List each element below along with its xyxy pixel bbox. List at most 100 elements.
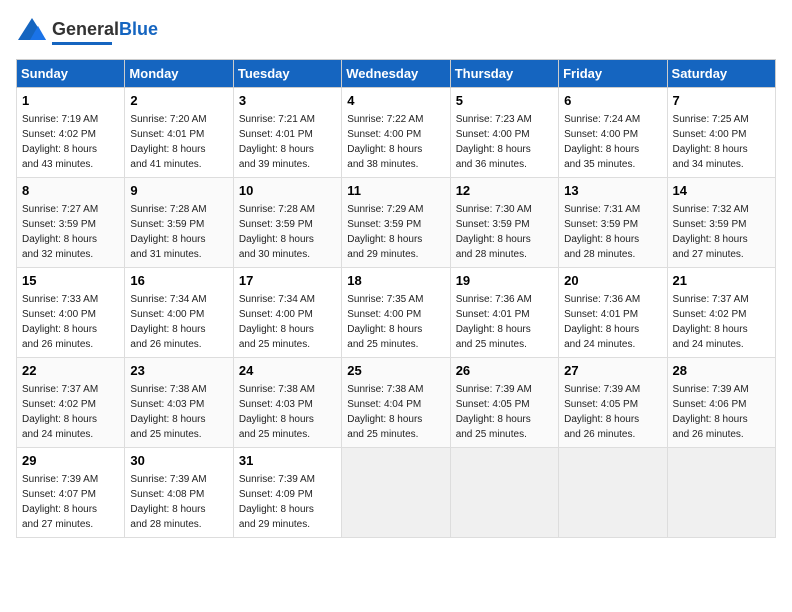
calendar-week-3: 15Sunrise: 7:33 AM Sunset: 4:00 PM Dayli…: [17, 268, 776, 358]
calendar-day-15: 15Sunrise: 7:33 AM Sunset: 4:00 PM Dayli…: [17, 268, 125, 358]
day-number: 17: [239, 272, 336, 290]
day-info: Sunrise: 7:37 AM Sunset: 4:02 PM Dayligh…: [673, 294, 749, 350]
day-number: 11: [347, 182, 444, 200]
calendar-day-17: 17 Sunrise: 7:34 AM Sunset: 4:00 PM Dayli…: [233, 268, 341, 358]
day-number: 9: [130, 182, 227, 200]
calendar-week-4: 22Sunrise: 7:37 AM Sunset: 4:02 PM Dayli…: [17, 358, 776, 448]
calendar-day-3: 3 Sunrise: 7:21 AM Sunset: 4:01 PM Daylig…: [233, 88, 341, 178]
day-info: Sunrise: 7:24 AM Sunset: 4:00 PM Dayligh…: [564, 114, 640, 170]
day-number: 21: [673, 272, 770, 290]
calendar-day-2: 2Sunrise: 7:20 AM Sunset: 4:01 PM Daylig…: [125, 88, 233, 178]
day-info: Sunrise: 7:39 AM Sunset: 4:07 PM Dayligh…: [22, 474, 98, 530]
day-info: Sunrise: 7:34 AM Sunset: 4:00 PM Dayligh…: [130, 294, 206, 350]
calendar-day-1: 1 Sunrise: 7:19 AM Sunset: 4:02 PM Daylig…: [17, 88, 125, 178]
day-number: 3: [239, 92, 336, 110]
day-info: Sunrise: 7:29 AM Sunset: 3:59 PM Dayligh…: [347, 204, 423, 260]
calendar-day-12: 12 Sunrise: 7:30 AM Sunset: 3:59 PM Dayli…: [450, 178, 558, 268]
day-number: 16: [130, 272, 227, 290]
day-info: Sunrise: 7:37 AM Sunset: 4:02 PM Dayligh…: [22, 384, 98, 440]
calendar-day-26: 26 Sunrise: 7:39 AM Sunset: 4:05 PM Dayli…: [450, 358, 558, 448]
calendar-day-23: 23 Sunrise: 7:38 AM Sunset: 4:03 PM Dayli…: [125, 358, 233, 448]
calendar-day-5: 5Sunrise: 7:23 AM Sunset: 4:00 PM Daylig…: [450, 88, 558, 178]
calendar-week-5: 29 Sunrise: 7:39 AM Sunset: 4:07 PM Dayli…: [17, 448, 776, 538]
day-number: 15: [22, 272, 119, 290]
column-header-monday: Monday: [125, 60, 233, 88]
logo-general: General: [52, 19, 119, 39]
column-header-saturday: Saturday: [667, 60, 775, 88]
day-number: 2: [130, 92, 227, 110]
empty-cell: [667, 448, 775, 538]
calendar-day-18: 18 Sunrise: 7:35 AM Sunset: 4:00 PM Dayli…: [342, 268, 450, 358]
day-number: 1: [22, 92, 119, 110]
calendar-day-19: 19 Sunrise: 7:36 AM Sunset: 4:01 PM Dayli…: [450, 268, 558, 358]
calendar-day-4: 4 Sunrise: 7:22 AM Sunset: 4:00 PM Daylig…: [342, 88, 450, 178]
day-info: Sunrise: 7:39 AM Sunset: 4:08 PM Dayligh…: [130, 474, 206, 530]
empty-cell: [342, 448, 450, 538]
day-info: Sunrise: 7:28 AM Sunset: 3:59 PM Dayligh…: [130, 204, 206, 260]
column-header-wednesday: Wednesday: [342, 60, 450, 88]
day-info: Sunrise: 7:39 AM Sunset: 4:06 PM Dayligh…: [673, 384, 749, 440]
day-number: 28: [673, 362, 770, 380]
day-info: Sunrise: 7:38 AM Sunset: 4:03 PM Dayligh…: [239, 384, 315, 440]
day-number: 8: [22, 182, 119, 200]
calendar-day-8: 8 Sunrise: 7:27 AM Sunset: 3:59 PM Daylig…: [17, 178, 125, 268]
day-number: 26: [456, 362, 553, 380]
day-info: Sunrise: 7:39 AM Sunset: 4:05 PM Dayligh…: [564, 384, 640, 440]
calendar-day-27: 27Sunrise: 7:39 AM Sunset: 4:05 PM Dayli…: [559, 358, 667, 448]
empty-cell: [450, 448, 558, 538]
day-info: Sunrise: 7:38 AM Sunset: 4:03 PM Dayligh…: [130, 384, 206, 440]
calendar-week-2: 8 Sunrise: 7:27 AM Sunset: 3:59 PM Daylig…: [17, 178, 776, 268]
logo-icon: [16, 16, 48, 49]
day-info: Sunrise: 7:25 AM Sunset: 4:00 PM Dayligh…: [673, 114, 749, 170]
calendar-day-11: 11 Sunrise: 7:29 AM Sunset: 3:59 PM Dayli…: [342, 178, 450, 268]
calendar-day-20: 20 Sunrise: 7:36 AM Sunset: 4:01 PM Dayli…: [559, 268, 667, 358]
page-header: GeneralBlue: [16, 16, 776, 49]
day-number: 7: [673, 92, 770, 110]
day-number: 25: [347, 362, 444, 380]
day-info: Sunrise: 7:32 AM Sunset: 3:59 PM Dayligh…: [673, 204, 749, 260]
day-info: Sunrise: 7:39 AM Sunset: 4:09 PM Dayligh…: [239, 474, 315, 530]
column-header-sunday: Sunday: [17, 60, 125, 88]
day-info: Sunrise: 7:36 AM Sunset: 4:01 PM Dayligh…: [456, 294, 532, 350]
day-number: 19: [456, 272, 553, 290]
day-number: 20: [564, 272, 661, 290]
logo: GeneralBlue: [16, 16, 158, 49]
day-number: 30: [130, 452, 227, 470]
calendar-day-13: 13 Sunrise: 7:31 AM Sunset: 3:59 PM Dayli…: [559, 178, 667, 268]
calendar-day-22: 22Sunrise: 7:37 AM Sunset: 4:02 PM Dayli…: [17, 358, 125, 448]
day-info: Sunrise: 7:28 AM Sunset: 3:59 PM Dayligh…: [239, 204, 315, 260]
day-number: 29: [22, 452, 119, 470]
calendar-day-30: 30 Sunrise: 7:39 AM Sunset: 4:08 PM Dayli…: [125, 448, 233, 538]
calendar-day-29: 29 Sunrise: 7:39 AM Sunset: 4:07 PM Dayli…: [17, 448, 125, 538]
day-info: Sunrise: 7:21 AM Sunset: 4:01 PM Dayligh…: [239, 114, 315, 170]
day-info: Sunrise: 7:35 AM Sunset: 4:00 PM Dayligh…: [347, 294, 423, 350]
calendar-day-25: 25 Sunrise: 7:38 AM Sunset: 4:04 PM Dayli…: [342, 358, 450, 448]
day-number: 18: [347, 272, 444, 290]
day-number: 13: [564, 182, 661, 200]
day-info: Sunrise: 7:30 AM Sunset: 3:59 PM Dayligh…: [456, 204, 532, 260]
day-number: 23: [130, 362, 227, 380]
day-number: 10: [239, 182, 336, 200]
day-number: 12: [456, 182, 553, 200]
calendar-day-21: 21 Sunrise: 7:37 AM Sunset: 4:02 PM Dayli…: [667, 268, 775, 358]
calendar-day-14: 14 Sunrise: 7:32 AM Sunset: 3:59 PM Dayli…: [667, 178, 775, 268]
empty-cell: [559, 448, 667, 538]
day-info: Sunrise: 7:38 AM Sunset: 4:04 PM Dayligh…: [347, 384, 423, 440]
day-info: Sunrise: 7:34 AM Sunset: 4:00 PM Dayligh…: [239, 294, 315, 350]
calendar-day-6: 6 Sunrise: 7:24 AM Sunset: 4:00 PM Daylig…: [559, 88, 667, 178]
calendar-day-28: 28 Sunrise: 7:39 AM Sunset: 4:06 PM Dayli…: [667, 358, 775, 448]
day-number: 14: [673, 182, 770, 200]
day-info: Sunrise: 7:22 AM Sunset: 4:00 PM Dayligh…: [347, 114, 423, 170]
day-info: Sunrise: 7:31 AM Sunset: 3:59 PM Dayligh…: [564, 204, 640, 260]
calendar-day-16: 16 Sunrise: 7:34 AM Sunset: 4:00 PM Dayli…: [125, 268, 233, 358]
day-info: Sunrise: 7:19 AM Sunset: 4:02 PM Dayligh…: [22, 114, 98, 170]
calendar-day-10: 10 Sunrise: 7:28 AM Sunset: 3:59 PM Dayli…: [233, 178, 341, 268]
day-info: Sunrise: 7:27 AM Sunset: 3:59 PM Dayligh…: [22, 204, 98, 260]
day-number: 6: [564, 92, 661, 110]
day-info: Sunrise: 7:36 AM Sunset: 4:01 PM Dayligh…: [564, 294, 640, 350]
day-number: 24: [239, 362, 336, 380]
day-number: 4: [347, 92, 444, 110]
column-header-thursday: Thursday: [450, 60, 558, 88]
day-info: Sunrise: 7:39 AM Sunset: 4:05 PM Dayligh…: [456, 384, 532, 440]
column-header-friday: Friday: [559, 60, 667, 88]
